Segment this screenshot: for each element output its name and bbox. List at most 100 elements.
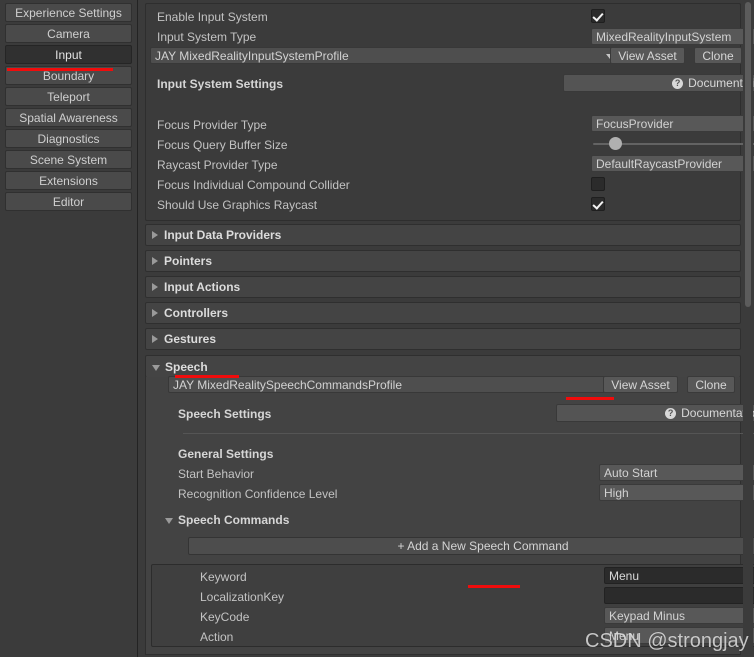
focus-query-buffer-label: Focus Query Buffer Size (157, 138, 288, 152)
input-system-type-dropdown[interactable]: MixedRealityInputSystem (591, 28, 754, 45)
chevron-right-icon (152, 231, 158, 239)
input-settings-panel: Enable Input System Input System Type Mi… (138, 0, 754, 657)
focus-query-buffer-slider[interactable] (593, 135, 754, 152)
foldout-input-actions[interactable]: Input Actions (145, 276, 741, 298)
chevron-down-icon (152, 364, 160, 371)
keyword-highlight-underline (468, 585, 520, 588)
graphics-raycast-label: Should Use Graphics Raycast (157, 198, 318, 212)
input-system-type-value: MixedRealityInputSystem (596, 29, 732, 44)
input-system-settings-header: Input System Settings (157, 77, 284, 91)
slider-knob[interactable] (609, 137, 622, 150)
localization-key-label-row: LocalizationKey (200, 590, 284, 604)
enable-input-system-label: Enable Input System (157, 10, 268, 24)
graphics-raycast-label-row: Should Use Graphics Raycast (157, 198, 317, 212)
speech-clone-button[interactable]: Clone (687, 376, 735, 393)
sidebar-item-label: Scene System (29, 152, 108, 167)
view-asset-button[interactable]: View Asset (610, 47, 685, 64)
raycast-provider-type-dropdown[interactable]: DefaultRaycastProvider (591, 155, 754, 172)
sidebar-item-label: Extensions (39, 173, 98, 188)
confidence-level-label-row: Recognition Confidence Level (178, 487, 337, 501)
keyword-value: Menu (609, 568, 640, 583)
speech-profile-field[interactable]: JAY MixedRealitySpeechCommandsProfile (168, 376, 644, 393)
sidebar-item-label: Teleport (47, 89, 90, 104)
start-behavior-label-row: Start Behavior (178, 467, 254, 481)
start-behavior-value: Auto Start (604, 465, 658, 480)
clone-label: Clone (695, 377, 727, 392)
speech-settings-header: Speech Settings (178, 407, 272, 421)
confidence-level-dropdown[interactable]: High (599, 484, 754, 501)
foldout-label: Speech (165, 359, 208, 374)
raycast-provider-type-label-row: Raycast Provider Type (157, 158, 278, 172)
focus-provider-type-label-row: Focus Provider Type (157, 118, 267, 132)
raycast-provider-type-label: Raycast Provider Type (157, 158, 278, 172)
sidebar-item-experience-settings[interactable]: Experience Settings (5, 3, 132, 22)
chevron-right-icon (152, 257, 158, 265)
foldout-controllers[interactable]: Controllers (145, 302, 741, 324)
speech-commands-header: Speech Commands (178, 513, 290, 527)
confidence-level-label: Recognition Confidence Level (178, 487, 338, 501)
foldout-label: Gestures (164, 332, 217, 346)
question-circle-icon: ? (665, 407, 677, 419)
speech-settings-header-row: Speech Settings (178, 407, 271, 421)
scrollbar-thumb[interactable] (745, 2, 751, 307)
localization-key-input[interactable] (604, 587, 754, 604)
input-system-documentation-button[interactable]: ? Documentation (563, 74, 754, 92)
keycode-dropdown[interactable]: Keypad Minus (604, 607, 754, 624)
sidebar-item-input[interactable]: Input (5, 45, 132, 64)
localization-key-label: LocalizationKey (200, 590, 285, 604)
clone-profile-button[interactable]: Clone (694, 47, 742, 64)
enable-input-system-label-row: Enable Input System (157, 10, 268, 24)
sidebar-item-teleport[interactable]: Teleport (5, 87, 132, 106)
action-label: Action (200, 630, 234, 644)
focus-provider-type-dropdown[interactable]: FocusProvider (591, 115, 754, 132)
graphics-raycast-checkbox[interactable] (591, 197, 605, 211)
foldout-label: Controllers (164, 306, 229, 320)
keyword-label: Keyword (200, 570, 247, 584)
speech-commands-foldout[interactable]: Speech Commands (165, 513, 289, 527)
input-system-type-label-row: Input System Type (157, 30, 256, 44)
sidebar-item-spatial-awareness[interactable]: Spatial Awareness (5, 108, 132, 127)
foldout-speech[interactable]: Speech (145, 355, 741, 377)
profile-sidebar: Experience Settings Camera Input Boundar… (0, 0, 138, 657)
foldout-pointers[interactable]: Pointers (145, 250, 741, 272)
clone-highlight-underline (566, 397, 614, 400)
input-system-profile-field[interactable]: JAY MixedRealityInputSystemProfile (150, 47, 620, 64)
sidebar-item-camera[interactable]: Camera (5, 24, 132, 43)
speech-documentation-button[interactable]: ? Documentation (556, 404, 754, 422)
foldout-label: Pointers (164, 254, 213, 268)
keyword-input[interactable]: Menu (604, 567, 754, 584)
confidence-level-value: High (604, 485, 629, 500)
keycode-value: Keypad Minus (609, 608, 686, 623)
start-behavior-label: Start Behavior (178, 467, 255, 481)
mrtk-configuration-window: Experience Settings Camera Input Boundar… (0, 0, 754, 657)
add-speech-command-button[interactable]: + Add a New Speech Command (188, 537, 754, 555)
keycode-label: KeyCode (200, 610, 250, 624)
vertical-scrollbar[interactable] (743, 0, 753, 657)
chevron-right-icon (152, 335, 158, 343)
keyword-label-row: Keyword (200, 570, 247, 584)
sidebar-item-label: Camera (47, 26, 90, 41)
start-behavior-dropdown[interactable]: Auto Start (599, 464, 754, 481)
sidebar-item-extensions[interactable]: Extensions (5, 171, 132, 190)
sidebar-item-scene-system[interactable]: Scene System (5, 150, 132, 169)
compound-collider-label: Focus Individual Compound Collider (157, 178, 350, 192)
input-highlight-underline (7, 68, 113, 71)
compound-collider-checkbox[interactable] (591, 177, 605, 191)
general-settings-header: General Settings (178, 447, 274, 461)
input-system-type-label: Input System Type (157, 30, 257, 44)
foldout-input-data-providers[interactable]: Input Data Providers (145, 224, 741, 246)
view-asset-label: View Asset (611, 377, 670, 392)
compound-collider-label-row: Focus Individual Compound Collider (157, 178, 350, 192)
speech-view-asset-button[interactable]: View Asset (603, 376, 678, 393)
speech-profile-value: JAY MixedRealitySpeechCommandsProfile (173, 377, 402, 392)
speech-settings-divider (183, 433, 754, 434)
focus-provider-type-label: Focus Provider Type (157, 118, 267, 132)
foldout-gestures[interactable]: Gestures (145, 328, 741, 350)
chevron-right-icon (152, 309, 158, 317)
enable-input-system-checkbox[interactable] (591, 9, 605, 23)
sidebar-item-diagnostics[interactable]: Diagnostics (5, 129, 132, 148)
sidebar-item-editor[interactable]: Editor (5, 192, 132, 211)
sidebar-item-label: Diagnostics (37, 131, 100, 146)
general-settings-header-row: General Settings (178, 447, 273, 461)
view-asset-label: View Asset (618, 48, 677, 63)
